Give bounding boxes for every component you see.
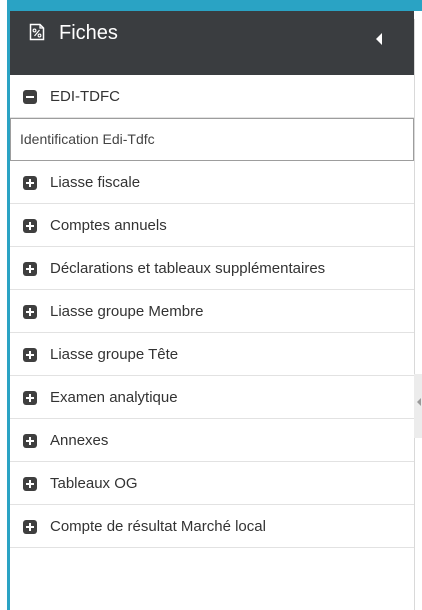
panel-title: Fiches: [59, 22, 118, 44]
top-accent-bar: [7, 0, 422, 11]
panel-header: Fiches: [10, 11, 414, 75]
tree-node-label: Tableaux OG: [50, 475, 138, 492]
tree-item-identification-edi-tdfc[interactable]: Identification Edi-Tdfc: [10, 118, 414, 161]
plus-square-icon[interactable]: [23, 434, 37, 448]
plus-square-icon[interactable]: [23, 348, 37, 362]
tree-node-compte-resultat-marche-local[interactable]: Compte de résultat Marché local: [10, 505, 414, 548]
tree-node-label: Déclarations et tableaux supplémentaires: [50, 260, 326, 277]
tree-node-label: Annexes: [50, 432, 109, 449]
plus-square-icon[interactable]: [23, 262, 37, 276]
tree-node-label: EDI-TDFC: [50, 88, 120, 105]
plus-square-icon[interactable]: [23, 391, 37, 405]
tree-node-label: Liasse fiscale: [50, 174, 141, 191]
tree-node-declarations-tableaux[interactable]: Déclarations et tableaux supplémentaires: [10, 247, 414, 290]
tree-node-label: Examen analytique: [50, 389, 178, 406]
plus-square-icon[interactable]: [23, 219, 37, 233]
panel-splitter[interactable]: [414, 19, 415, 610]
plus-square-icon[interactable]: [23, 520, 37, 534]
tree-node-examen-analytique[interactable]: Examen analytique: [10, 376, 414, 419]
plus-square-icon[interactable]: [23, 477, 37, 491]
percent-document-icon: [29, 23, 45, 41]
tree-node-liasse-groupe-membre[interactable]: Liasse groupe Membre: [10, 290, 414, 333]
tree-node-label: Liasse groupe Tête: [50, 346, 179, 363]
splitter-handle[interactable]: [414, 374, 422, 438]
tree-node-liasse-groupe-tete[interactable]: Liasse groupe Tête: [10, 333, 414, 376]
tree-node-comptes-annuels[interactable]: Comptes annuels: [10, 204, 414, 247]
tree-node-tableaux-og[interactable]: Tableaux OG: [10, 462, 414, 505]
tree-node-edi-tdfc[interactable]: EDI-TDFC: [10, 75, 414, 118]
tree-item-label: Identification Edi-Tdfc: [20, 131, 155, 147]
content-area-edge: [414, 11, 422, 610]
caret-left-icon[interactable]: [376, 33, 382, 45]
tree-node-label: Liasse groupe Membre: [50, 303, 204, 320]
tree-node-annexes[interactable]: Annexes: [10, 419, 414, 462]
plus-square-icon[interactable]: [23, 305, 37, 319]
minus-square-icon[interactable]: [23, 90, 37, 104]
app-frame: Fiches EDI-TDFC Identification Edi-Tdfc …: [0, 0, 422, 610]
plus-square-icon[interactable]: [23, 176, 37, 190]
fiches-panel: Fiches EDI-TDFC Identification Edi-Tdfc …: [10, 11, 414, 610]
tree-list: EDI-TDFC Identification Edi-Tdfc Liasse …: [10, 75, 414, 548]
tree-node-liasse-fiscale[interactable]: Liasse fiscale: [10, 161, 414, 204]
tree-node-label: Comptes annuels: [50, 217, 167, 234]
tree-node-label: Compte de résultat Marché local: [50, 518, 266, 535]
splitter-arrow-icon[interactable]: [417, 398, 421, 406]
